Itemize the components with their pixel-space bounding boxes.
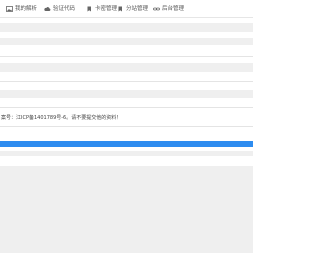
divider	[0, 81, 253, 82]
nav-label: 我的解析	[15, 6, 38, 12]
nav-label: 卡密管理	[95, 6, 118, 12]
link-icon	[153, 6, 160, 12]
nav-item-card-manage[interactable]: 卡密管理	[86, 4, 117, 14]
divider	[0, 56, 253, 57]
nav-item-verify-code[interactable]: 验证代码	[44, 4, 75, 14]
accent-bar	[0, 141, 253, 147]
divider	[0, 126, 253, 127]
top-nav: 我的解析 验证代码 卡密管理 分站管理 后台管理	[0, 0, 253, 18]
divider	[0, 107, 253, 108]
section-band	[0, 38, 253, 45]
nav-item-substation-manage[interactable]: 分站管理	[117, 4, 148, 14]
bookmark-icon	[86, 6, 93, 12]
nav-item-admin-manage[interactable]: 后台管理	[153, 4, 184, 14]
section-band	[0, 151, 253, 156]
nav-label: 验证代码	[53, 6, 76, 12]
section-band	[0, 23, 253, 32]
nav-label: 后台管理	[162, 6, 185, 12]
nav-label: 分站管理	[126, 6, 149, 12]
bookmark-icon	[117, 6, 124, 12]
footer-notice: 案号：江ICP备1401789号-6。请不要提交他的资料！	[1, 115, 122, 121]
image-icon	[6, 6, 13, 12]
section-band	[0, 63, 253, 72]
section-band	[0, 90, 253, 98]
bottom-area	[0, 166, 253, 253]
nav-item-my-parse[interactable]: 我的解析	[6, 4, 37, 14]
cloud-icon	[44, 6, 51, 12]
